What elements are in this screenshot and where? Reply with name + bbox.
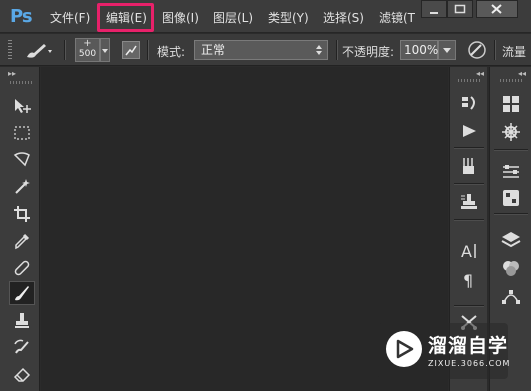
options-bar: + 500 模式: 正常 不透明度: 100% 流量	[0, 34, 531, 66]
maximize-button[interactable]	[447, 0, 473, 18]
minimize-button[interactable]	[421, 0, 447, 18]
close-icon	[491, 4, 502, 14]
brush-size-plus: +	[83, 38, 92, 49]
menu-edit-highlight-box	[97, 3, 154, 32]
panel-divider	[454, 219, 484, 221]
dock-grip[interactable]	[500, 79, 522, 82]
svg-text:A: A	[461, 242, 472, 261]
updown-arrows-icon	[316, 45, 322, 55]
svg-text:¶: ¶	[463, 271, 473, 290]
watermark-subtitle: ZIXUE.3066.COM	[428, 359, 511, 368]
navigator-panel-icon[interactable]	[498, 121, 524, 143]
paragraph-panel-icon[interactable]: ¶	[456, 269, 482, 291]
brush-presets-icon[interactable]	[456, 155, 482, 177]
tool-preset-picker[interactable]	[24, 41, 52, 63]
panel-divider	[494, 213, 528, 215]
dock-grip[interactable]	[458, 79, 480, 82]
flow-label: 流量	[502, 45, 527, 59]
brush-panel-icon	[125, 45, 137, 56]
menu-type[interactable]: 类型(Y)	[268, 9, 309, 26]
panel-divider	[494, 149, 528, 151]
character-panel-icon[interactable]: A	[456, 240, 482, 262]
paths-panel-icon[interactable]	[498, 285, 524, 307]
chevron-down-icon	[102, 49, 108, 53]
minimize-icon	[430, 12, 438, 14]
color-panel-icon[interactable]	[498, 93, 524, 115]
panel-divider	[454, 305, 484, 307]
separator	[336, 40, 338, 60]
watermark-logo-icon	[386, 331, 422, 367]
eraser-icon[interactable]	[9, 362, 35, 386]
clone-source-icon[interactable]	[456, 191, 482, 213]
options-bar-grip[interactable]	[8, 40, 12, 60]
history-brush-icon[interactable]	[9, 336, 35, 360]
menu-select[interactable]: 选择(S)	[323, 9, 364, 26]
separator	[147, 40, 149, 60]
styles-panel-icon[interactable]	[498, 187, 524, 209]
brush-size-picker[interactable]: + 500	[75, 38, 100, 62]
close-button[interactable]	[476, 0, 518, 18]
panel-divider	[454, 183, 484, 185]
mode-value: 正常	[201, 43, 226, 57]
collapse-arrows-icon[interactable]: ▸▸	[8, 69, 16, 78]
adjustments-panel-icon[interactable]	[498, 161, 524, 183]
crop-tool-icon[interactable]	[9, 202, 35, 226]
eyedropper-icon[interactable]	[9, 229, 35, 253]
maximize-icon	[454, 4, 466, 14]
separator	[494, 40, 496, 60]
tools-panel: ▸▸	[0, 67, 40, 391]
opacity-value: 100%	[404, 43, 439, 57]
menu-bar: Ps 文件(F) 编辑(E) 图像(I) 图层(L) 类型(Y) 选择(S) 滤…	[0, 0, 531, 33]
layers-panel-icon[interactable]	[498, 229, 524, 251]
brush-tool-icon[interactable]	[9, 281, 35, 305]
histogram-panel-icon[interactable]	[456, 92, 482, 114]
opacity-input[interactable]: 100%	[400, 40, 438, 60]
menu-layer[interactable]: 图层(L)	[213, 9, 253, 26]
menu-image[interactable]: 图像(I)	[162, 9, 199, 26]
healing-brush-icon[interactable]	[9, 256, 35, 280]
marquee-tool-icon[interactable]	[9, 121, 35, 145]
magic-wand-icon[interactable]	[9, 175, 35, 199]
menu-file[interactable]: 文件(F)	[50, 9, 90, 26]
pressure-opacity-button[interactable]	[466, 40, 488, 60]
brush-size-value: 500	[78, 49, 97, 59]
clone-stamp-icon[interactable]	[9, 309, 35, 333]
watermark: 溜溜自学 ZIXUE.3066.COM	[378, 323, 511, 379]
opacity-label: 不透明度:	[342, 45, 395, 59]
photoshop-logo: Ps	[10, 6, 33, 27]
brush-panel-toggle[interactable]	[122, 41, 140, 59]
mode-select[interactable]: 正常	[194, 40, 328, 60]
actions-panel-icon[interactable]	[456, 120, 482, 142]
opacity-dropdown[interactable]	[438, 40, 456, 60]
chevron-down-icon	[443, 48, 451, 53]
expand-panels-icon[interactable]: ◂◂	[476, 69, 484, 78]
channels-panel-icon[interactable]	[498, 257, 524, 279]
tools-panel-grip[interactable]	[10, 81, 32, 84]
menu-filter[interactable]: 滤镜(T	[379, 9, 415, 26]
brush-preset-icon	[27, 44, 52, 58]
expand-panels-icon[interactable]: ◂◂	[518, 69, 526, 78]
mode-label: 模式:	[157, 45, 186, 59]
brush-size-dropdown[interactable]	[100, 38, 110, 62]
panel-divider	[454, 147, 484, 149]
separator	[64, 40, 66, 60]
watermark-title: 溜溜自学	[428, 335, 509, 357]
lasso-tool-icon[interactable]	[9, 148, 35, 172]
move-tool-icon[interactable]	[9, 94, 35, 118]
pressure-icon	[468, 41, 486, 59]
